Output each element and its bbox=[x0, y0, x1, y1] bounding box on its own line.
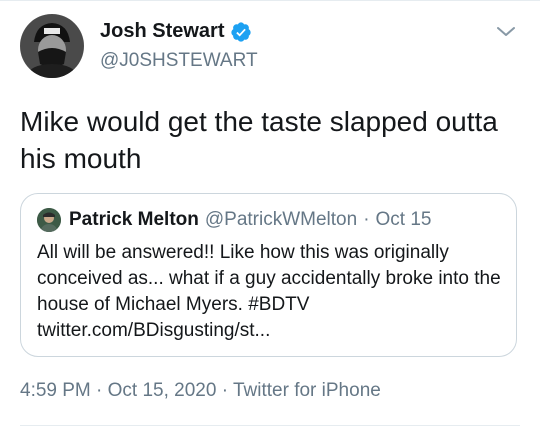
avatar-image bbox=[20, 14, 84, 78]
quoted-tweet-text: All will be answered!! Like how this was… bbox=[37, 242, 501, 341]
quoted-avatar bbox=[37, 208, 61, 232]
chevron-down-icon[interactable] bbox=[494, 22, 518, 42]
author-display-name[interactable]: Josh Stewart bbox=[100, 20, 252, 43]
tweet-timestamp[interactable]: 4:59 PM · Oct 15, 2020 · Twitter for iPh… bbox=[20, 380, 381, 402]
tweet: Josh Stewart @J0SHSTEWART Mike would get… bbox=[0, 0, 540, 438]
tweet-text: Mike would get the taste slapped outta h… bbox=[20, 106, 498, 174]
author-handle[interactable]: @J0SHSTEWART bbox=[100, 50, 258, 72]
quoted-display-name: Patrick Melton bbox=[69, 209, 199, 230]
quoted-date: Oct 15 bbox=[375, 209, 432, 230]
quoted-tweet-card[interactable]: Patrick Melton @PatrickWMelton · Oct 15 … bbox=[20, 193, 517, 357]
verified-badge-icon bbox=[230, 21, 252, 43]
quoted-separator: · bbox=[363, 209, 370, 230]
author-name-text[interactable]: Josh Stewart bbox=[100, 20, 224, 43]
quoted-tweet-header: Patrick Melton @PatrickWMelton · Oct 15 bbox=[37, 208, 432, 232]
top-divider bbox=[0, 0, 540, 1]
quoted-handle: @PatrickWMelton bbox=[204, 209, 358, 230]
bottom-divider bbox=[20, 425, 520, 426]
avatar[interactable] bbox=[20, 14, 84, 78]
